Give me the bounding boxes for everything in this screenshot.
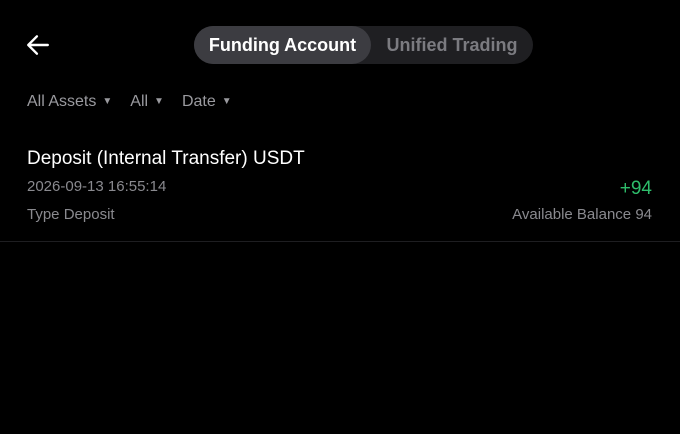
record-balance-value: 94 (635, 206, 652, 223)
type-filter-dropdown[interactable]: All ▼ (130, 93, 164, 111)
record-type-value: Deposit (63, 206, 115, 223)
tab-funding-account[interactable]: Funding Account (194, 26, 371, 64)
date-filter-label: Date (181, 93, 216, 110)
date-filter-dropdown[interactable]: Date ▼ (182, 93, 232, 111)
caret-down-icon: ▼ (154, 95, 164, 107)
caret-down-icon: ▼ (221, 95, 232, 107)
asset-filter-label: All Assets (27, 93, 97, 110)
back-button[interactable] (22, 30, 54, 60)
arrow-left-icon (27, 35, 49, 55)
caret-down-icon: ▼ (102, 95, 113, 107)
type-filter-label: All (130, 93, 149, 110)
record-balance: Available Balance 94 (512, 206, 652, 223)
record-timestamp: 2026-09-13 16:55:14 (27, 178, 167, 195)
transaction-history-screen: Funding Account Unified Trading All Asse… (0, 0, 680, 434)
record-balance-label: Available Balance (512, 206, 632, 223)
record-type: Type Deposit (27, 206, 115, 223)
record-amount: +94 (619, 178, 652, 199)
record-title: Deposit (Internal Transfer) USDT (27, 148, 305, 169)
tab-unified-trading[interactable]: Unified Trading (371, 26, 533, 64)
asset-filter-dropdown[interactable]: All Assets ▼ (27, 93, 112, 111)
record-type-label: Type (27, 206, 60, 223)
list-item[interactable]: Deposit (Internal Transfer) USDT 2026-09… (0, 140, 680, 242)
account-segmented-control: Funding Account Unified Trading (194, 26, 533, 64)
filter-bar: All Assets ▼ All ▼ Date ▼ (27, 93, 250, 111)
